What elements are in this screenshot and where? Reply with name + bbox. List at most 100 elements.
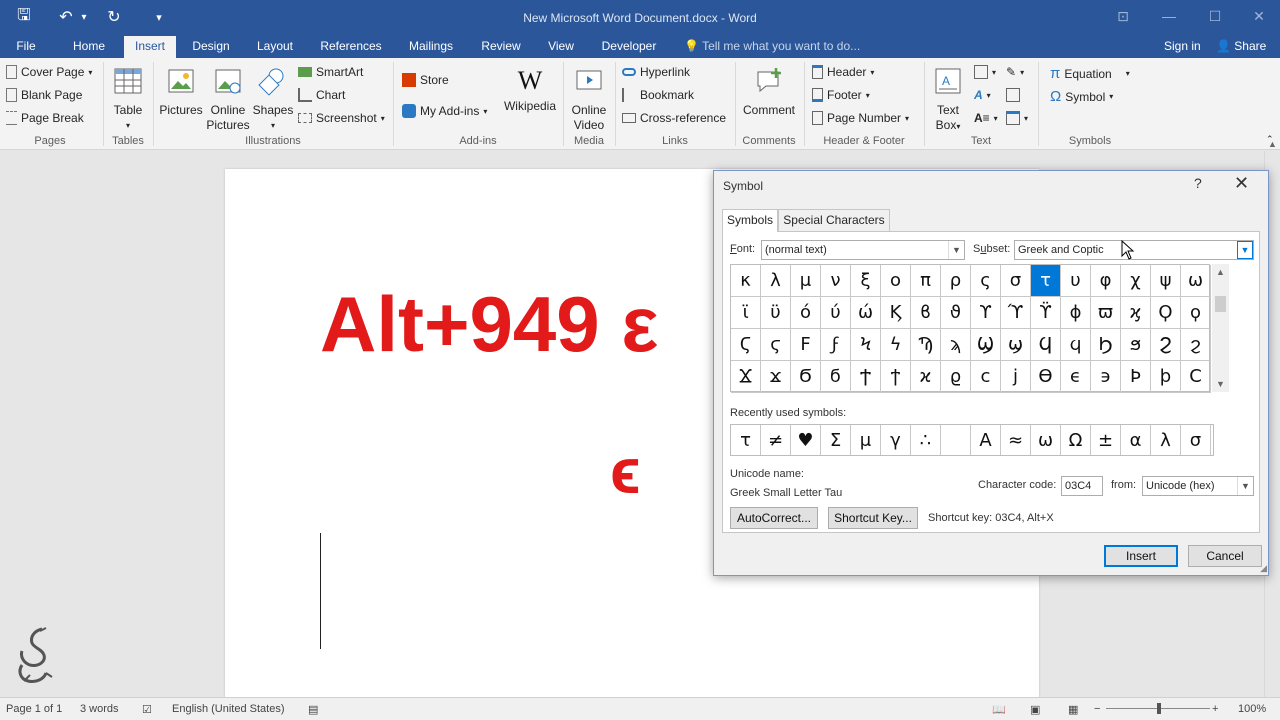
screenshot-button[interactable]: Screenshot ▾: [298, 111, 385, 125]
tab-file[interactable]: File: [4, 36, 48, 58]
web-layout-icon[interactable]: ▦: [1068, 703, 1078, 716]
symbol-cell[interactable]: Ϭ: [791, 361, 821, 393]
symbol-cell[interactable]: ϛ: [761, 329, 791, 361]
footer-button[interactable]: Footer ▾: [812, 88, 870, 102]
symbol-cell[interactable]: ϥ: [1061, 329, 1091, 361]
symbol-cell[interactable]: ο: [881, 265, 911, 297]
resize-grip-icon[interactable]: ◢: [1260, 563, 1267, 574]
symbol-button[interactable]: Ω Symbol ▾: [1050, 88, 1113, 105]
symbol-cell[interactable]: Ϛ: [731, 329, 761, 361]
recent-symbol-cell[interactable]: γ: [881, 425, 911, 455]
symbol-cell[interactable]: Ϡ: [911, 329, 941, 361]
symbol-cell[interactable]: ϙ: [1181, 297, 1211, 329]
symbol-cell[interactable]: ϭ: [821, 361, 851, 393]
symbol-cell[interactable]: Ϸ: [1121, 361, 1151, 393]
page-break-button[interactable]: Page Break: [6, 111, 84, 125]
recent-symbol-cell[interactable]: α: [1121, 425, 1151, 455]
date-time-button[interactable]: [1006, 88, 1020, 102]
symbol-cell[interactable]: ϩ: [1181, 329, 1211, 361]
recent-symbol-cell[interactable]: σ: [1181, 425, 1211, 455]
help-button[interactable]: ?: [1194, 175, 1202, 191]
tab-references[interactable]: References: [316, 36, 386, 58]
text-box-button[interactable]: A Text Box▾: [928, 66, 968, 134]
tab-layout[interactable]: Layout: [250, 36, 300, 58]
equation-button[interactable]: π Equation ▾: [1050, 65, 1130, 82]
shortcut-key-button[interactable]: Shortcut Key...: [828, 507, 918, 529]
minimize-icon[interactable]: —: [1146, 0, 1192, 32]
bookmark-button[interactable]: Bookmark: [622, 88, 694, 102]
symbol-cell[interactable]: ϕ: [1061, 297, 1091, 329]
symbol-cell[interactable]: ϲ: [971, 361, 1001, 393]
zoom-level[interactable]: 100%: [1238, 703, 1266, 715]
symbol-cell[interactable]: κ: [731, 265, 761, 297]
symbol-cell[interactable]: ψ: [1151, 265, 1181, 297]
wikipedia-button[interactable]: W Wikipedia: [502, 66, 558, 114]
recent-symbol-cell[interactable]: λ: [1151, 425, 1181, 455]
sign-in-link[interactable]: Sign in: [1164, 39, 1201, 53]
signature-line-button[interactable]: ✎ ▾: [1006, 65, 1024, 79]
tell-me-box[interactable]: 💡 Tell me what you want to do...: [684, 39, 860, 53]
symbol-cell[interactable]: ϵ: [1061, 361, 1091, 393]
autocorrect-button[interactable]: AutoCorrect...: [730, 507, 818, 529]
symbol-cell[interactable]: Ϗ: [881, 297, 911, 329]
symbol-cell[interactable]: ϡ: [941, 329, 971, 361]
blank-page-button[interactable]: Blank Page: [6, 88, 82, 102]
symbol-cell[interactable]: ϋ: [761, 297, 791, 329]
maximize-icon[interactable]: ☐: [1192, 0, 1238, 32]
word-count[interactable]: 3 words: [80, 703, 119, 715]
recent-symbol-cell[interactable]: ≠: [761, 425, 791, 455]
symbol-grid-scrollbar[interactable]: ▲ ▼: [1212, 264, 1229, 392]
store-button[interactable]: Store: [402, 73, 449, 87]
quick-parts-button[interactable]: ▾: [974, 65, 996, 79]
symbol-cell[interactable]: ϔ: [1031, 297, 1061, 329]
symbol-cell[interactable]: ϰ: [911, 361, 941, 393]
symbol-cell[interactable]: χ: [1121, 265, 1151, 297]
scroll-up-icon[interactable]: ▲: [1212, 264, 1229, 280]
page-number-button[interactable]: Page Number ▾: [812, 111, 909, 125]
symbol-cell[interactable]: Ϧ: [1091, 329, 1121, 361]
symbol-cell[interactable]: Ϯ: [851, 361, 881, 393]
macro-record-icon[interactable]: ▤: [308, 703, 318, 716]
recent-symbol-cell[interactable]: Σ: [821, 425, 851, 455]
symbol-cell[interactable]: ϸ: [1151, 361, 1181, 393]
zoom-in-icon[interactable]: +: [1212, 703, 1218, 715]
hyperlink-button[interactable]: Hyperlink: [622, 65, 690, 79]
symbol-cell[interactable]: ϝ: [821, 329, 851, 361]
tab-mailings[interactable]: Mailings: [400, 36, 462, 58]
symbol-cell[interactable]: ϯ: [881, 361, 911, 393]
symbol-cell[interactable]: Ϝ: [791, 329, 821, 361]
symbol-cell[interactable]: ϒ: [971, 297, 1001, 329]
symbol-cell[interactable]: σ: [1001, 265, 1031, 297]
symbol-cell[interactable]: ϓ: [1001, 297, 1031, 329]
symbol-cell[interactable]: ω: [1181, 265, 1211, 297]
ribbon-display-icon[interactable]: ⊡: [1100, 0, 1146, 32]
symbol-cell[interactable]: Ϟ: [851, 329, 881, 361]
recent-symbol-cell[interactable]: ±: [1091, 425, 1121, 455]
proofing-icon[interactable]: ☑: [142, 703, 152, 716]
symbol-cell[interactable]: Ϲ: [1181, 361, 1211, 393]
read-mode-icon[interactable]: 📖: [992, 703, 1006, 716]
symbol-cell[interactable]: ώ: [851, 297, 881, 329]
tab-symbols[interactable]: Symbols: [722, 209, 778, 232]
symbol-cell[interactable]: ν: [821, 265, 851, 297]
recent-symbol-cell[interactable]: ∴: [911, 425, 941, 455]
zoom-slider-thumb[interactable]: [1157, 703, 1161, 714]
pictures-button[interactable]: Pictures: [158, 66, 204, 118]
share-button[interactable]: 👤 Share: [1216, 39, 1266, 53]
scroll-up-icon[interactable]: ▲: [1268, 139, 1277, 149]
symbol-cell[interactable]: ϊ: [731, 297, 761, 329]
symbol-cell[interactable]: Ϣ: [971, 329, 1001, 361]
recent-symbol-cell[interactable]: τ: [731, 425, 761, 455]
tab-developer[interactable]: Developer: [596, 36, 662, 58]
language-status[interactable]: English (United States): [172, 703, 285, 715]
from-select[interactable]: Unicode (hex) ▼: [1142, 476, 1254, 496]
close-window-icon[interactable]: ✕: [1236, 0, 1280, 32]
character-code-input[interactable]: 03C4: [1061, 476, 1103, 496]
symbol-cell[interactable]: υ: [1061, 265, 1091, 297]
symbol-cell[interactable]: φ: [1091, 265, 1121, 297]
symbol-cell[interactable]: ϫ: [761, 361, 791, 393]
zoom-out-icon[interactable]: −: [1094, 703, 1100, 715]
symbol-cell[interactable]: Ϙ: [1151, 297, 1181, 329]
symbol-cell[interactable]: ξ: [851, 265, 881, 297]
symbol-cell[interactable]: Ϩ: [1151, 329, 1181, 361]
